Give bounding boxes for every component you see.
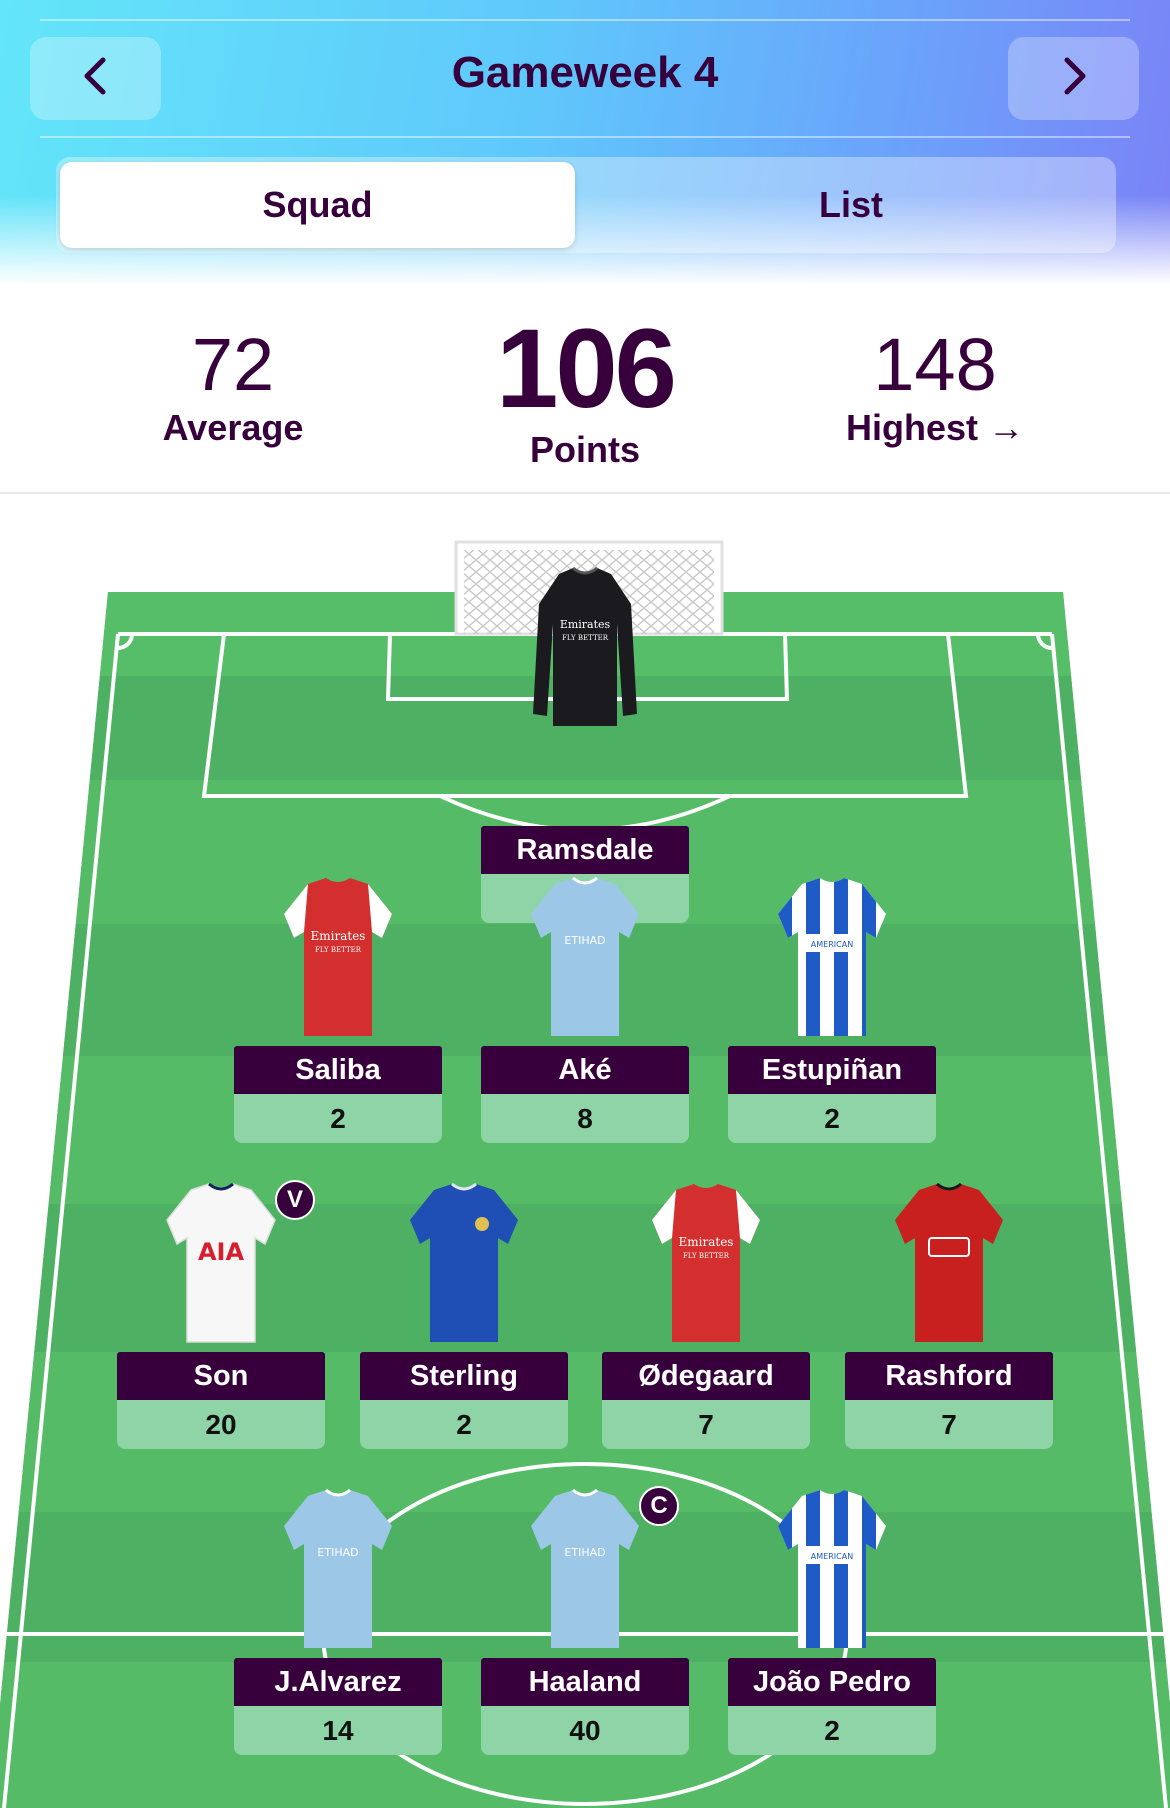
player-points: 14: [234, 1706, 442, 1755]
header-divider: [40, 136, 1130, 138]
svg-text:Emirates: Emirates: [311, 929, 366, 943]
player-name: Son: [117, 1352, 325, 1400]
player-points: 2: [728, 1706, 936, 1755]
total-points: 106 Points: [460, 313, 710, 471]
player-points: 7: [845, 1400, 1053, 1449]
svg-text:AIA: AIA: [198, 1238, 245, 1266]
view-tabs: Squad List: [56, 157, 1116, 253]
svg-text:FLY BETTER: FLY BETTER: [315, 946, 362, 954]
highest-points-value: 148: [873, 323, 997, 406]
player-name: Haaland: [481, 1658, 689, 1706]
previous-gameweek-button[interactable]: [30, 37, 161, 120]
gameweek-header: Gameweek 4 Squad List: [0, 0, 1170, 285]
header-divider: [40, 19, 1130, 21]
svg-text:ETIHAD: ETIHAD: [564, 1546, 605, 1559]
tab-squad[interactable]: Squad: [60, 162, 575, 248]
vice-captain-badge: V: [275, 1180, 315, 1220]
player-name: Aké: [481, 1046, 689, 1094]
man-city-shirt-icon: ETIHAD: [525, 874, 645, 1042]
svg-text:Emirates: Emirates: [560, 618, 611, 631]
player-points: 20: [117, 1400, 325, 1449]
player-name: Ramsdale: [481, 826, 689, 874]
arsenal-shirt-icon: Emirates FLY BETTER: [278, 874, 398, 1042]
total-points-value: 106: [496, 306, 677, 431]
svg-text:Emirates: Emirates: [679, 1235, 734, 1249]
brighton-shirt-icon: AMERICAN: [772, 874, 892, 1042]
arsenal-shirt-icon: Emirates FLY BETTER: [646, 1180, 766, 1348]
chevron-right-icon: [1057, 56, 1091, 101]
chelsea-shirt-icon: [404, 1180, 524, 1348]
svg-text:ETIHAD: ETIHAD: [317, 1546, 358, 1559]
svg-text:ETIHAD: ETIHAD: [564, 934, 605, 947]
player-name: Sterling: [360, 1352, 568, 1400]
svg-text:AMERICAN: AMERICAN: [811, 1552, 853, 1561]
player-name: Estupiñan: [728, 1046, 936, 1094]
average-points-value: 72: [191, 323, 275, 406]
svg-text:AMERICAN: AMERICAN: [811, 940, 853, 949]
gameweek-title: Gameweek 4: [451, 48, 719, 97]
points-summary: 72 Average 106 Points 148 Highest →: [0, 285, 1170, 493]
player-points: 2: [728, 1094, 936, 1143]
man-city-shirt-icon: ETIHAD: [278, 1486, 398, 1654]
player-name: Ødegaard: [602, 1352, 810, 1400]
tab-list[interactable]: List: [591, 162, 1111, 248]
player-points: 2: [234, 1094, 442, 1143]
player-name: Rashford: [845, 1352, 1053, 1400]
player-points: 7: [602, 1400, 810, 1449]
total-points-label: Points: [529, 429, 640, 470]
svg-text:FLY BETTER: FLY BETTER: [683, 1252, 730, 1260]
chevron-left-icon: [79, 56, 113, 101]
player-points: 40: [481, 1706, 689, 1755]
average-points-label: Average: [162, 407, 304, 448]
tottenham-shirt-icon: AIA: [161, 1180, 281, 1348]
highest-points-label: Highest →: [845, 407, 1024, 448]
highest-points-link[interactable]: 148 Highest →: [830, 325, 1040, 449]
man-utd-shirt-icon: [889, 1180, 1009, 1348]
next-gameweek-button[interactable]: [1008, 37, 1139, 120]
player-points: 2: [360, 1400, 568, 1449]
goalkeeper-shirt-icon: Emirates FLY BETTER: [525, 564, 645, 732]
man-city-shirt-icon: ETIHAD: [525, 1486, 645, 1654]
player-points: 8: [481, 1094, 689, 1143]
brighton-shirt-icon: AMERICAN: [772, 1486, 892, 1654]
player-name: Saliba: [234, 1046, 442, 1094]
pitch: Emirates FLY BETTER Ramsdale 2 Emirates FL…: [0, 494, 1170, 1808]
average-points: 72 Average: [133, 325, 333, 449]
captain-badge: C: [639, 1486, 679, 1526]
player-name: J.Alvarez: [234, 1658, 442, 1706]
player-name: João Pedro: [728, 1658, 936, 1706]
svg-text:FLY BETTER: FLY BETTER: [562, 634, 609, 642]
